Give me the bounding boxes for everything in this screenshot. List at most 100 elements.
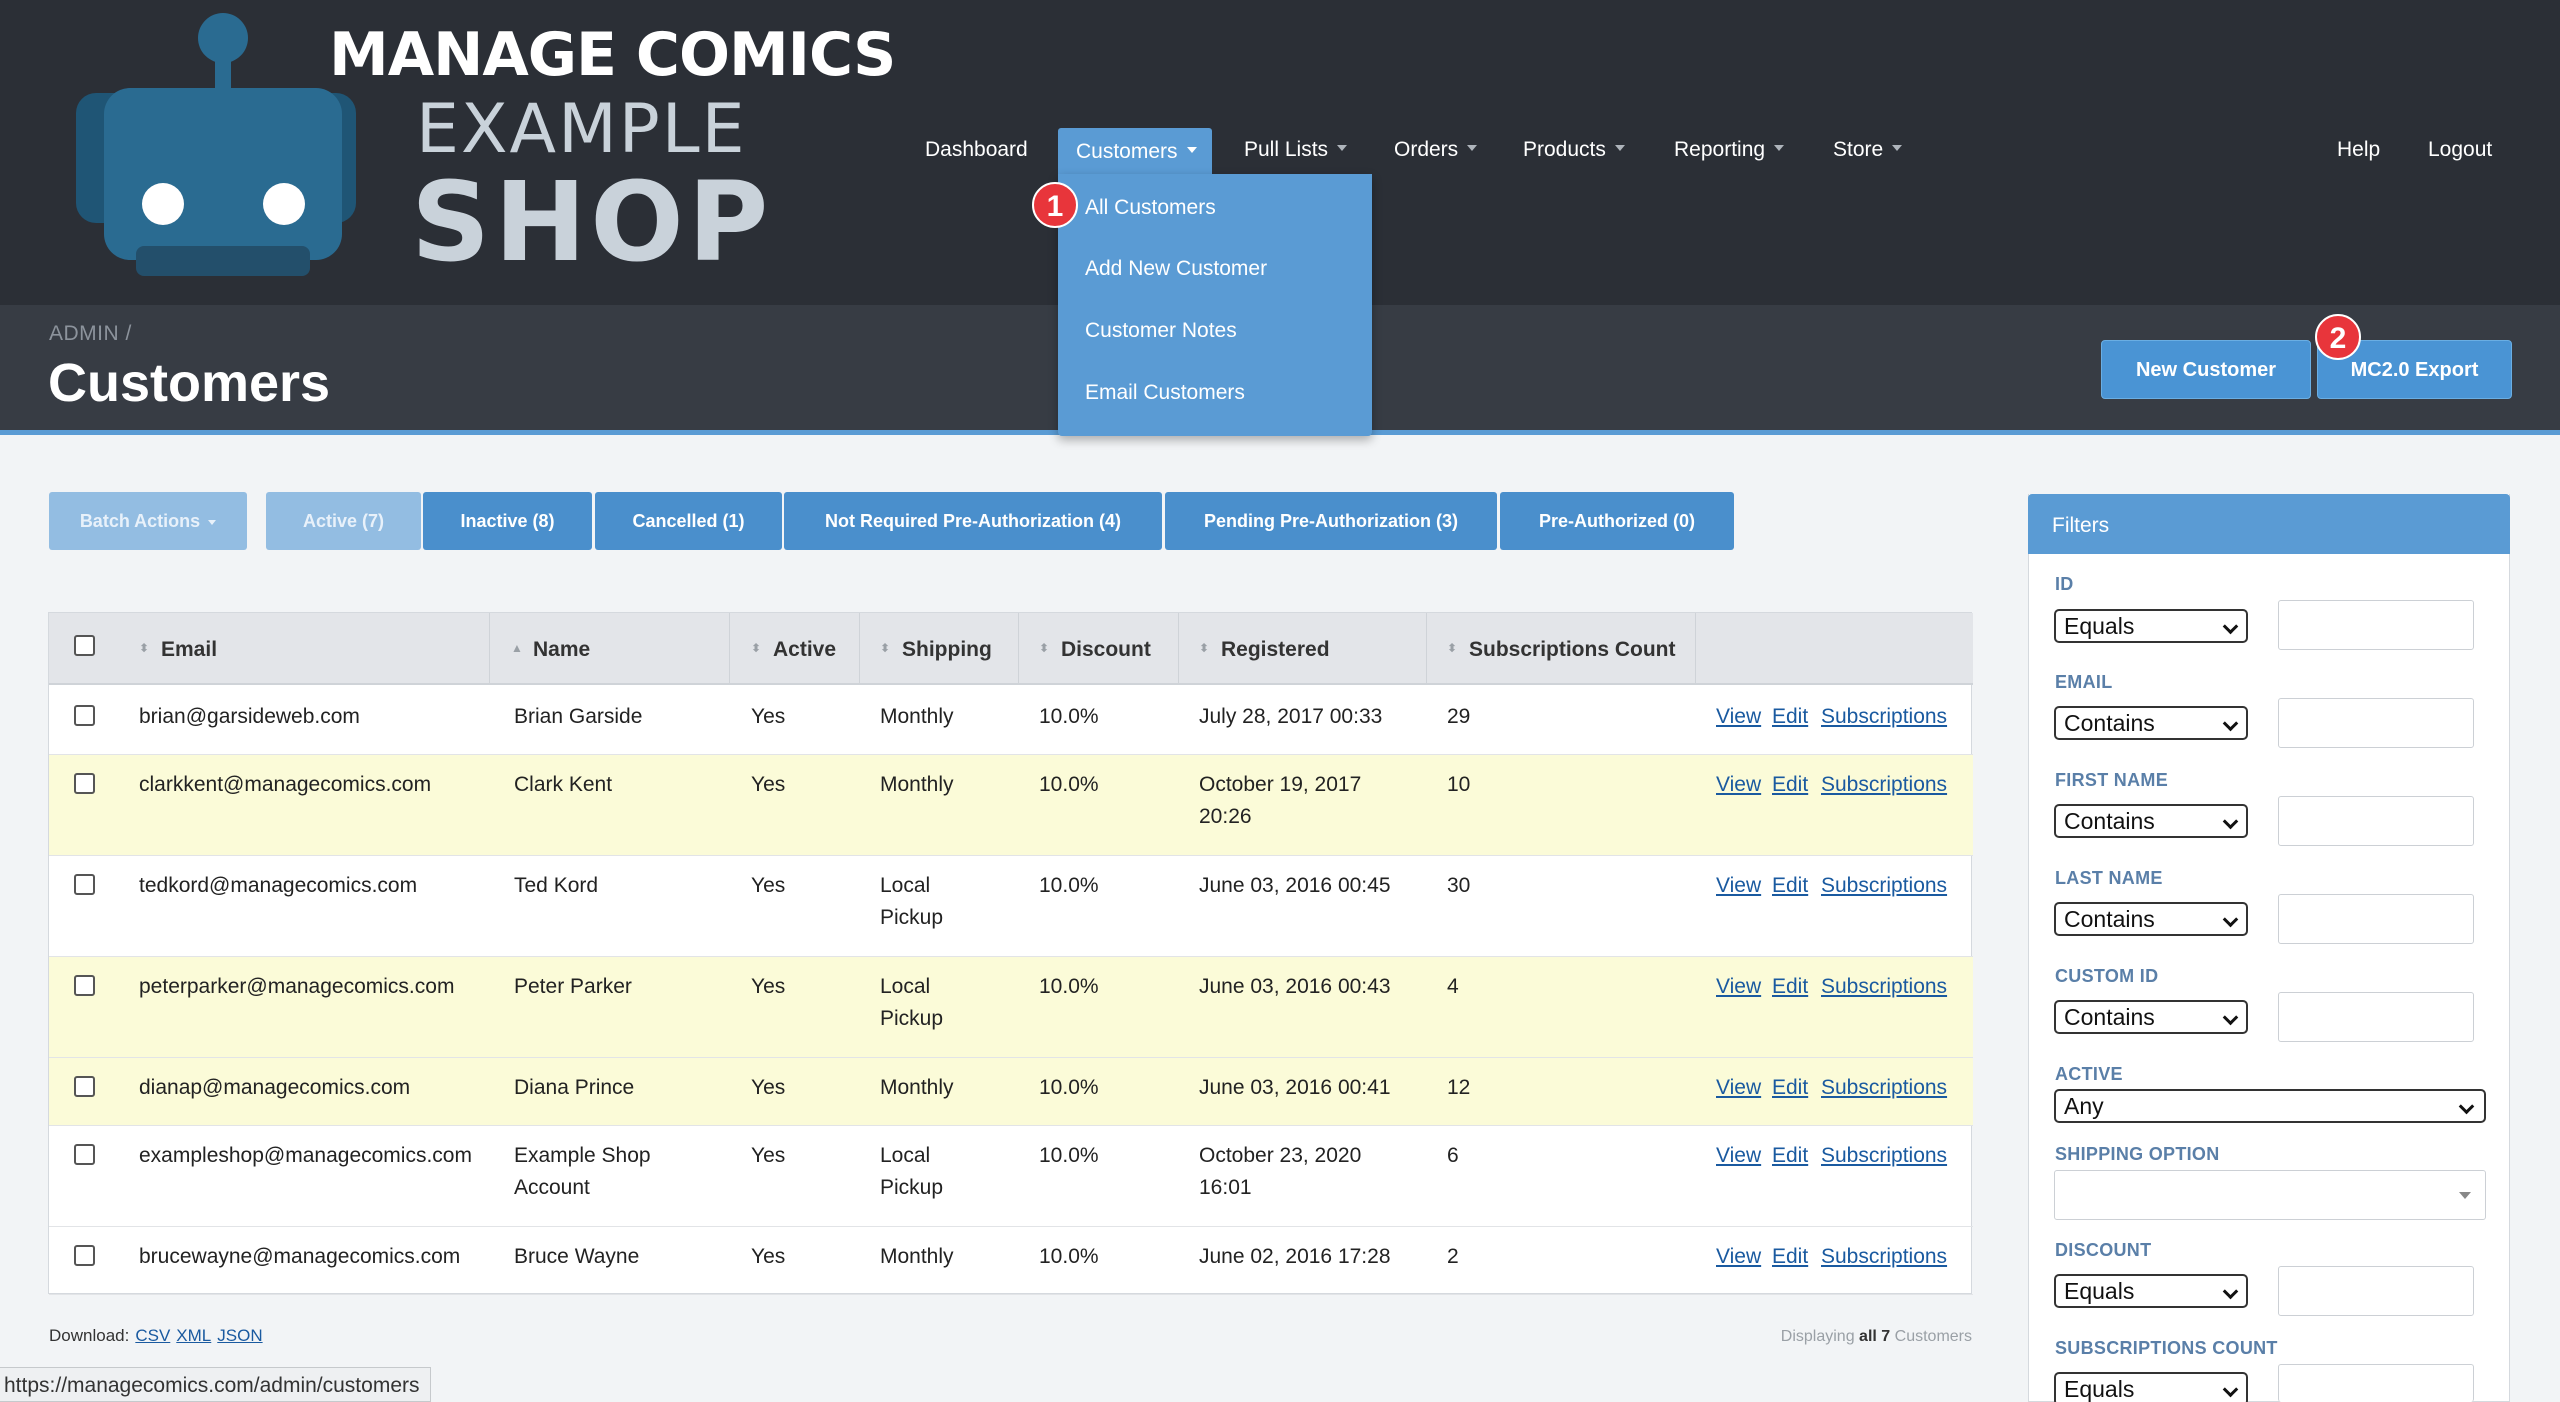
menu-item-all-customers[interactable]: All Customers [1085, 196, 1216, 220]
filter-last-name-operator-select[interactable]: Contains [2054, 902, 2248, 936]
filter-first-name-operator-select[interactable]: Contains [2054, 804, 2248, 838]
select-all-checkbox[interactable] [74, 635, 95, 656]
column-header-label: Active [773, 638, 837, 661]
batch-actions-button[interactable]: Batch Actions [49, 492, 247, 550]
tab-cancelled[interactable]: Cancelled (1) [595, 492, 782, 550]
subscriptions-link[interactable]: Subscriptions [1821, 705, 1947, 729]
displaying-suffix: Customers [1894, 1328, 1972, 1345]
nav-orders[interactable]: Orders [1394, 138, 1478, 162]
view-link[interactable]: View [1716, 975, 1761, 999]
column-header-email[interactable]: ⬍ Email [139, 638, 217, 662]
edit-link[interactable]: Edit [1772, 773, 1808, 797]
download-xml-link[interactable]: XML [176, 1326, 211, 1345]
column-header-label: Registered [1221, 638, 1330, 661]
filter-active-select[interactable]: Any [2054, 1089, 2486, 1123]
column-header-shipping[interactable]: ⬍ Shipping [880, 638, 992, 662]
row-checkbox[interactable] [74, 1245, 95, 1266]
view-link[interactable]: View [1716, 1144, 1761, 1168]
menu-item-email-customers[interactable]: Email Customers [1085, 381, 1245, 405]
tab-not-required-pre-authorization[interactable]: Not Required Pre-Authorization (4) [784, 492, 1162, 550]
sort-icon: ⬍ [1199, 641, 1210, 656]
filter-shipping-option-select[interactable] [2054, 1170, 2486, 1220]
table-row: tedkord@managecomics.com Ted Kord Yes Local… [49, 856, 1973, 957]
cell-active: Yes [751, 874, 786, 897]
subscriptions-link[interactable]: Subscriptions [1821, 1144, 1947, 1168]
column-header-label: Email [161, 638, 218, 661]
nav-reporting[interactable]: Reporting [1674, 138, 1785, 162]
subscriptions-link[interactable]: Subscriptions [1821, 874, 1947, 898]
edit-link[interactable]: Edit [1772, 1144, 1808, 1168]
edit-link[interactable]: Edit [1772, 705, 1808, 729]
nav-customers[interactable]: Customers [1058, 128, 1212, 174]
view-link[interactable]: View [1716, 773, 1761, 797]
cell-shipping: Monthly [880, 705, 954, 728]
nav-pull-lists[interactable]: Pull Lists [1244, 138, 1348, 162]
filter-discount-input[interactable] [2278, 1266, 2474, 1316]
filter-subscriptions-count-input[interactable] [2278, 1364, 2474, 1402]
cell-email: brian@garsideweb.com [139, 705, 360, 728]
download-json-link[interactable]: JSON [217, 1326, 262, 1345]
page-title: Customers [48, 353, 331, 413]
cell-subscriptions-count: 12 [1447, 1076, 1471, 1099]
filter-email-input[interactable] [2278, 698, 2474, 748]
column-header-name[interactable]: ▲ Name [511, 638, 590, 662]
table-row: exampleshop@managecomics.com Example Shop… [49, 1126, 1973, 1227]
cell-name: Peter Parker [514, 975, 632, 998]
view-link[interactable]: View [1716, 1245, 1761, 1269]
column-header-subscriptions-count[interactable]: ⬍ Subscriptions Count [1447, 638, 1676, 662]
column-header-discount[interactable]: ⬍ Discount [1039, 638, 1151, 662]
tab-pre-authorized[interactable]: Pre-Authorized (0) [1500, 492, 1734, 550]
cell-discount: 10.0% [1039, 1245, 1099, 1268]
column-header-active[interactable]: ⬍ Active [751, 638, 836, 662]
view-link[interactable]: View [1716, 1076, 1761, 1100]
filter-email-operator-select[interactable]: Contains [2054, 706, 2248, 740]
download-csv-link[interactable]: CSV [135, 1326, 170, 1345]
view-link[interactable]: View [1716, 874, 1761, 898]
row-checkbox[interactable] [74, 975, 95, 996]
row-checkbox[interactable] [74, 1144, 95, 1165]
column-header-registered[interactable]: ⬍ Registered [1199, 638, 1330, 662]
edit-link[interactable]: Edit [1772, 1245, 1808, 1269]
filter-subscriptions-count-operator-select[interactable]: Equals [2054, 1372, 2248, 1402]
tab-pending-pre-authorization[interactable]: Pending Pre-Authorization (3) [1165, 492, 1497, 550]
filter-first-name-input[interactable] [2278, 796, 2474, 846]
cell-active: Yes [751, 975, 786, 998]
edit-link[interactable]: Edit [1772, 874, 1808, 898]
customers-table: ⬍ Email ▲ Name ⬍ Active ⬍ Shipping ⬍ Discount… [48, 612, 1973, 1295]
column-header-label: Discount [1061, 638, 1151, 661]
nav-dashboard[interactable]: Dashboard [925, 138, 1028, 162]
cell-shipping: Local [880, 1144, 931, 1167]
row-checkbox[interactable] [74, 773, 95, 794]
edit-link[interactable]: Edit [1772, 1076, 1808, 1100]
nav-store[interactable]: Store [1833, 138, 1903, 162]
batch-actions-label: Batch Actions [79, 511, 201, 531]
filter-discount-operator-select[interactable]: Equals [2054, 1274, 2248, 1308]
row-checkbox[interactable] [74, 1076, 95, 1097]
subscriptions-link[interactable]: Subscriptions [1821, 1076, 1947, 1100]
menu-item-customer-notes[interactable]: Customer Notes [1085, 319, 1237, 343]
filter-last-name-input[interactable] [2278, 894, 2474, 944]
subscriptions-link[interactable]: Subscriptions [1821, 975, 1947, 999]
nav-pull-lists-label: Pull Lists [1244, 138, 1329, 161]
row-checkbox[interactable] [74, 705, 95, 726]
filter-custom-id-operator-select[interactable]: Contains [2054, 1000, 2248, 1034]
subscriptions-link[interactable]: Subscriptions [1821, 1245, 1947, 1269]
filter-id-operator-select[interactable]: Equals [2054, 609, 2248, 643]
view-link[interactable]: View [1716, 705, 1761, 729]
nav-products[interactable]: Products [1523, 138, 1625, 162]
row-checkbox[interactable] [74, 874, 95, 895]
subscriptions-link[interactable]: Subscriptions [1821, 773, 1947, 797]
new-customer-button[interactable]: New Customer [2101, 340, 2311, 399]
tab-active[interactable]: Active (7) [266, 492, 421, 550]
nav-reporting-label: Reporting [1674, 138, 1766, 161]
filter-id-input[interactable] [2278, 600, 2474, 650]
nav-help[interactable]: Help [2337, 138, 2380, 162]
filter-custom-id-input[interactable] [2278, 992, 2474, 1042]
menu-item-add-new-customer[interactable]: Add New Customer [1085, 257, 1267, 281]
caret-down-icon [1186, 147, 1197, 154]
nav-logout[interactable]: Logout [2428, 138, 2492, 162]
edit-link[interactable]: Edit [1772, 975, 1808, 999]
sort-ascending-icon: ▲ [511, 641, 523, 656]
breadcrumb[interactable]: ADMIN / [49, 322, 132, 346]
tab-inactive[interactable]: Inactive (8) [423, 492, 592, 550]
